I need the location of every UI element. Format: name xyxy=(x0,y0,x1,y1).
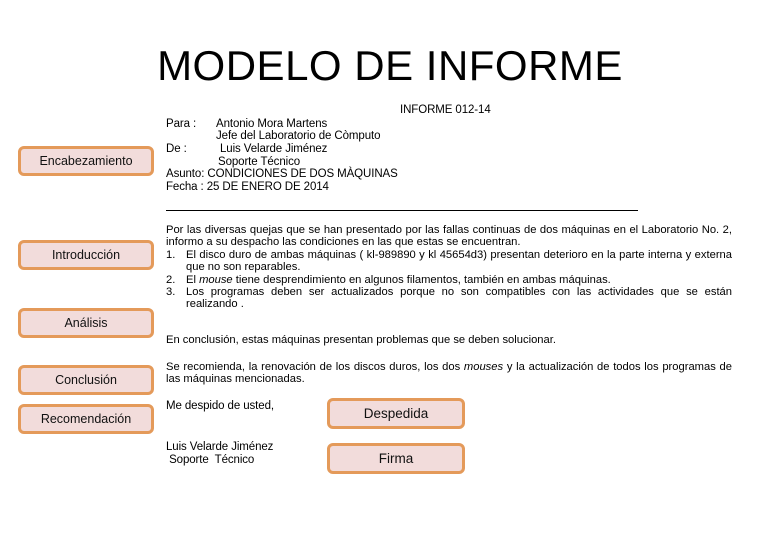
section-label-text: Conclusión xyxy=(55,373,117,387)
document-title: MODELO DE INFORME xyxy=(157,42,623,89)
section-label-text: Despedida xyxy=(363,406,429,421)
de-role: Soporte Técnico xyxy=(218,156,301,168)
header-divider xyxy=(166,210,638,211)
section-label-despedida: Despedida xyxy=(327,398,465,429)
list-number: 1. xyxy=(166,248,176,261)
signature-role: Soporte Técnico xyxy=(166,454,255,466)
section-label-text: Análisis xyxy=(64,316,108,330)
section-label-recomendacion: Recomendación xyxy=(18,404,154,434)
list-item: 2. El mouse tiene desprendimiento en alg… xyxy=(166,274,732,286)
report-number: INFORME 012-14 xyxy=(400,104,491,116)
list-text: Los programas deben ser actualizados por… xyxy=(186,286,732,311)
signature-name: Luis Velarde Jiménez xyxy=(166,441,274,453)
conclusion-paragraph: En conclusión, estas máquinas presentan … xyxy=(166,334,556,346)
asunto: Asunto: CONDICIONES DE DOS MÀQUINAS xyxy=(166,168,398,180)
list-number: 2. xyxy=(166,273,176,286)
para-label: Para : xyxy=(166,118,197,130)
fecha: Fecha : 25 DE ENERO DE 2014 xyxy=(166,181,329,193)
section-label-text: Encabezamiento xyxy=(39,154,133,168)
list-text-part: El disco duro de ambas máquinas ( kl-989… xyxy=(186,248,732,274)
section-label-introduccion: Introducción xyxy=(18,240,154,270)
section-label-text: Introducción xyxy=(51,248,121,262)
closing-text: Me despido de usted, xyxy=(166,400,274,412)
para-name: Antonio Mora Martens xyxy=(216,118,328,130)
section-label-analisis: Análisis xyxy=(18,308,154,338)
section-label-text: Firma xyxy=(378,451,414,466)
list-text-part: Los programas deben ser actualizados por… xyxy=(186,286,732,311)
section-label-text: Recomendación xyxy=(40,412,132,426)
list-text: El mouse tiene desprendimiento en alguno… xyxy=(186,274,732,286)
de-label: De : xyxy=(166,143,187,155)
recommendation-text: Se recomienda, la renovación de los disc… xyxy=(166,361,464,373)
list-number: 3. xyxy=(166,286,176,299)
list-text: El disco duro de ambas máquinas ( kl-989… xyxy=(186,249,732,274)
recommendation-paragraph: Se recomienda, la renovación de los disc… xyxy=(166,361,732,386)
intro-paragraph: Por las diversas quejas que se han prese… xyxy=(166,224,732,249)
list-text-part: El xyxy=(186,273,200,286)
para-role: Jefe del Laboratorio de Còmputo xyxy=(216,130,381,142)
list-item: 1. El disco duro de ambas máquinas ( kl-… xyxy=(166,249,732,274)
list-item: 3. Los programas deben ser actualizados … xyxy=(166,286,732,311)
list-text-part: tiene desprendimiento en algunos filamen… xyxy=(232,273,611,286)
section-label-firma: Firma xyxy=(327,443,465,474)
list-text-emphasis: mouse xyxy=(199,273,233,286)
section-label-conclusion: Conclusión xyxy=(18,365,154,395)
section-label-encabezamiento: Encabezamiento xyxy=(18,146,154,176)
de-name: Luis Velarde Jiménez xyxy=(220,143,328,155)
body-text: Por las diversas quejas que se han prese… xyxy=(166,224,732,311)
recommendation-emphasis: mouses xyxy=(463,361,504,373)
